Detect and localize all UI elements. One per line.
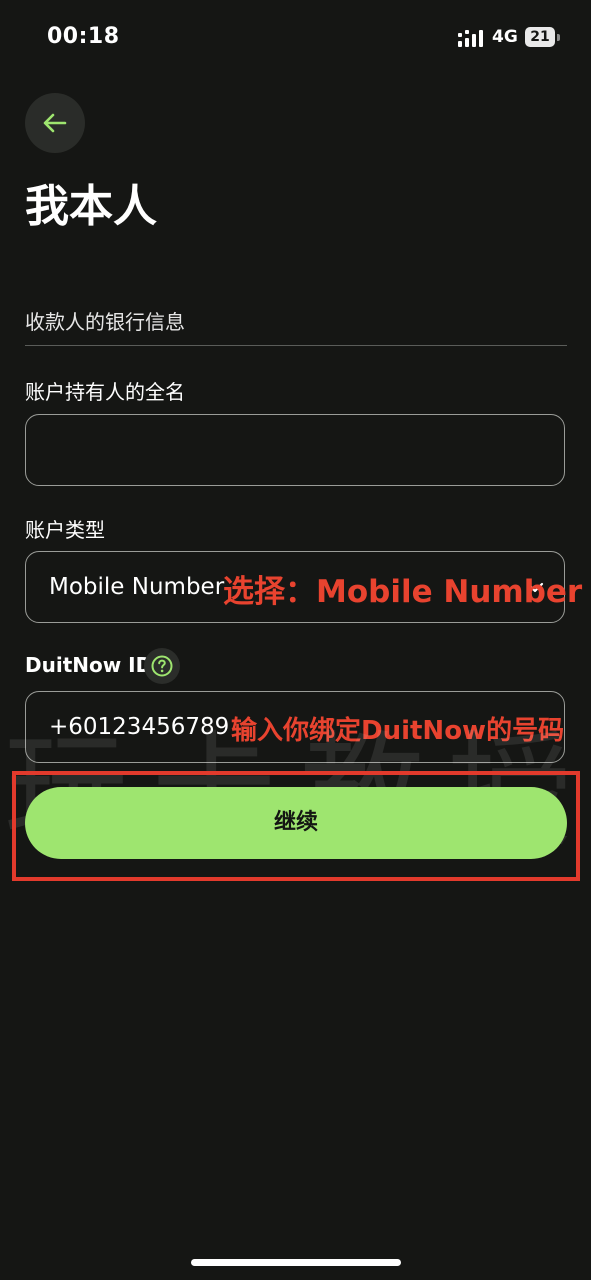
highlight-frame — [12, 771, 580, 881]
arrow-left-icon — [43, 113, 67, 133]
holder-name-input[interactable] — [25, 414, 565, 486]
back-button[interactable] — [25, 93, 85, 153]
account-type-value: Mobile Number — [49, 574, 225, 600]
home-indicator — [191, 1259, 401, 1266]
section-heading: 收款人的银行信息 — [25, 310, 185, 334]
help-button[interactable] — [144, 648, 180, 684]
question-circle-icon — [151, 655, 173, 677]
account-type-label: 账户类型 — [25, 518, 105, 542]
duitnow-annotation: 输入你绑定DuitNow的号码 — [231, 716, 565, 746]
account-type-annotation: 选择：Mobile Number — [223, 574, 583, 610]
holder-name-label: 账户持有人的全名 — [25, 380, 185, 404]
duitnow-id-value: +60123456789 — [49, 714, 230, 740]
section-divider — [25, 345, 567, 346]
status-bar: 00:18 4G 21 — [0, 0, 591, 76]
network-label: 4G — [492, 27, 518, 47]
battery-cap — [557, 34, 560, 41]
battery-icon: 21 — [525, 27, 555, 47]
status-time: 00:18 — [47, 24, 120, 49]
duitnow-label: DuitNow ID — [25, 653, 153, 677]
page-title: 我本人 — [25, 181, 157, 232]
signal-icon — [458, 30, 483, 47]
